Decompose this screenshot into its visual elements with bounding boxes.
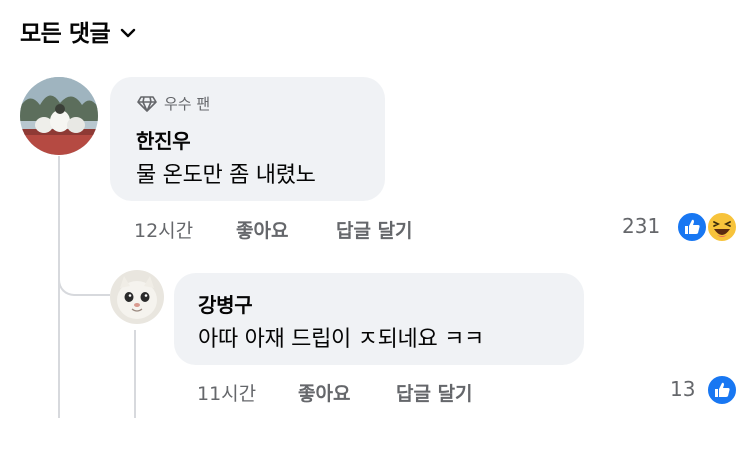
comment-author[interactable]: 강병구: [198, 289, 253, 318]
top-fan-badge: 우수 팬: [136, 93, 210, 114]
chevron-down-icon: [120, 28, 136, 38]
comment-timestamp[interactable]: 11시간: [197, 379, 256, 406]
reply-button[interactable]: 답글 달기: [336, 216, 413, 243]
comments-filter-label: 모든 댓글: [20, 21, 111, 47]
like-button[interactable]: 좋아요: [298, 379, 350, 406]
badge-label: 우수 팬: [164, 95, 211, 113]
avatar[interactable]: [20, 77, 98, 155]
comment-author[interactable]: 한진우: [136, 125, 191, 154]
like-icon[interactable]: [706, 374, 738, 406]
diamond-icon: [137, 95, 157, 112]
comment-bubble: 우수 팬 한진우 물 온도만 좀 내렸노: [110, 77, 385, 201]
thread-connector: [58, 260, 110, 296]
avatar[interactable]: [110, 270, 164, 324]
haha-icon[interactable]: [706, 211, 738, 243]
reply-button[interactable]: 답글 달기: [396, 379, 473, 406]
comment-timestamp[interactable]: 12시간: [134, 216, 193, 243]
like-button[interactable]: 좋아요: [236, 216, 288, 243]
comment-text: 물 온도만 좀 내렸노: [136, 163, 316, 188]
comment-bubble: 강병구 아따 아재 드립이 ㅈ되네요 ㅋㅋ: [174, 273, 584, 365]
comment-text: 아따 아재 드립이 ㅈ되네요 ㅋㅋ: [198, 327, 484, 352]
like-icon[interactable]: [676, 211, 708, 243]
reaction-count[interactable]: 231: [622, 214, 660, 238]
comments-filter-dropdown[interactable]: 모든 댓글: [20, 14, 136, 48]
reaction-count[interactable]: 13: [670, 377, 695, 401]
thread-line-reply: [134, 330, 136, 418]
